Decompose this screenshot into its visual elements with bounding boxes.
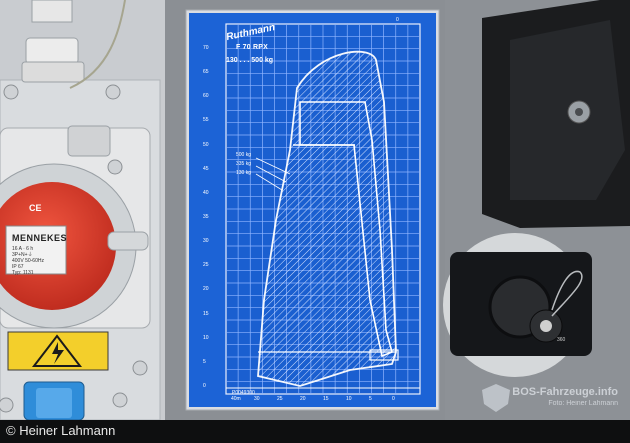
grid-top-label: 0	[396, 17, 399, 23]
bracket-inner	[510, 20, 625, 200]
screw-bottom-left	[0, 397, 14, 413]
reach-axis-label: 20	[300, 396, 306, 402]
socket-hinge-screw	[107, 159, 123, 175]
bracket-bolt-center	[575, 108, 583, 116]
height-axis-label: 5	[203, 358, 206, 365]
socket-latch	[107, 231, 149, 251]
reach-axis-label: 15	[323, 396, 329, 402]
socket-spec: 16 A · 6 h 3P+N+⏚ 400V 50-60Hz IP 67 Typ…	[12, 246, 58, 276]
height-axis-label: 30	[203, 238, 209, 245]
height-axis-label: 65	[203, 69, 209, 76]
panel-model: F 70 RPX	[236, 44, 268, 51]
load-label-335: 335 kg	[236, 161, 252, 167]
cable-gland	[31, 0, 73, 23]
load-label-500: 500 kg	[236, 152, 252, 158]
screw-bottom-right	[112, 392, 128, 408]
height-axis-label: 15	[203, 310, 209, 317]
reach-axis-label: 25	[277, 396, 283, 402]
screw-side-right	[132, 360, 148, 376]
reach-axis-label: 30	[254, 396, 260, 402]
height-axis-label: 60	[203, 93, 209, 100]
panel-load-range: 130 . . . 500 kg	[226, 57, 274, 64]
reach-axis-label: 10	[346, 396, 352, 402]
photo-credit: © Heiner Lahmann	[6, 423, 116, 438]
cable-gland-base	[21, 61, 85, 83]
height-axis-label: 20	[203, 286, 209, 293]
height-axis-label: 50	[203, 141, 209, 148]
cable-gland-nut	[25, 37, 79, 65]
height-axis-label: 40	[203, 189, 209, 196]
screw-top-right	[105, 84, 121, 100]
height-axis-label: 35	[203, 214, 209, 220]
photo-scene	[0, 0, 630, 443]
socket-hinge	[67, 125, 111, 157]
height-axis-label: 55	[203, 117, 209, 124]
reach-axis-label: 0	[392, 396, 395, 402]
reach-axis-label: 40m	[231, 396, 241, 402]
height-axis-label: 70	[203, 45, 209, 51]
height-axis-label: 25	[203, 262, 209, 269]
outlet-cap-pin	[540, 320, 552, 332]
load-label-130: 130 kg	[236, 170, 252, 176]
outlet-number: 360	[557, 337, 566, 343]
screw-top-left	[3, 84, 19, 100]
blue-socket-face	[36, 388, 72, 418]
watermark-text: BOS-Fahrzeuge.info	[512, 386, 618, 398]
socket-ce-mark: CE	[29, 203, 42, 213]
height-axis-label: 0	[203, 383, 206, 389]
reach-axis-label: 5	[369, 396, 372, 402]
height-axis-label: 10	[203, 334, 209, 341]
socket-brand: MENNEKES	[12, 233, 68, 243]
height-axis-label: 45	[203, 165, 209, 172]
watermark-subtext: Foto: Heiner Lahmann	[548, 400, 618, 407]
caption-bar: © Heiner Lahmann	[0, 420, 630, 443]
socket-type: Typ: 1131	[12, 270, 34, 276]
